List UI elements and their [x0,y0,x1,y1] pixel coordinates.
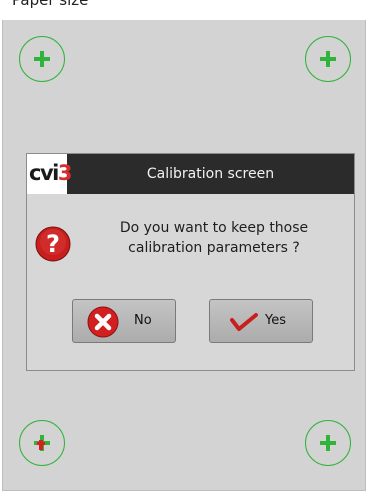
no-button[interactable]: No [72,299,176,343]
checkmark-icon [230,312,258,336]
message-line-2: calibration parameters ? [128,240,300,256]
yes-button-label: Yes [265,313,286,328]
dialog-header: cvi3 Calibration screen [27,154,354,194]
calibration-target-top-right[interactable] [305,36,351,82]
logo-text: cvi [29,161,59,185]
plus-icon [34,435,50,451]
top-strip-text: Paper size [12,0,89,9]
question-mark-icon: ? [35,226,71,262]
plus-icon [320,51,336,67]
calibration-target-bottom-right[interactable] [305,420,351,466]
calibration-screen[interactable]: cvi3 Calibration screen ? Do you want to… [2,20,366,491]
yes-button[interactable]: Yes [209,299,313,343]
message-line-1: Do you want to keep those [119,220,309,236]
svg-text:?: ? [46,230,60,258]
no-button-label: No [134,313,152,328]
plus-icon [34,51,50,67]
calibration-target-top-left[interactable] [19,36,65,82]
window-top-strip: Paper size [0,0,367,20]
calibration-dialog: cvi3 Calibration screen ? Do you want to… [26,153,355,371]
cvi3-logo: cvi3 [27,154,72,194]
dialog-message: Do you want to keep those calibration pa… [79,218,349,258]
calibration-target-bottom-left[interactable] [19,420,65,466]
plus-icon [320,435,336,451]
dialog-title: Calibration screen [146,166,275,182]
close-icon [87,306,119,342]
